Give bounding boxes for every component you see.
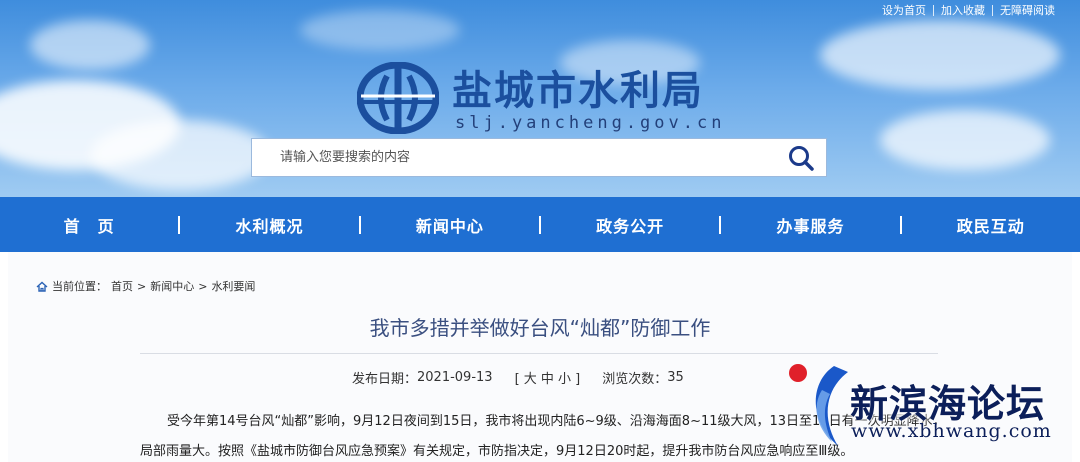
views-label: 浏览次数： [602,372,668,387]
watermark-logo-icon [789,364,848,446]
article-meta: 发布日期： 2021-09-13 [ 大 中 小 ] 浏览次数： 35 [352,368,684,387]
nav-item-public-affairs[interactable]: 政务公开 [541,213,719,237]
search-button[interactable] [776,139,826,176]
breadcrumb-water-news[interactable]: 水利要闻 [211,278,255,294]
main-nav: 首 页 水利概况 新闻中心 政务公开 办事服务 政民互动 [0,197,1080,252]
breadcrumb-prefix: 当前位置： [52,280,107,293]
font-size-control[interactable]: [ 大 中 小 ] [515,368,581,387]
nav-item-interaction[interactable]: 政民互动 [902,213,1080,237]
top-links: 设为首页 加入收藏 无障碍阅读 [875,0,1062,20]
cloud-decoration [90,120,270,190]
cloud-decoration [880,110,1050,170]
set-homepage-link[interactable]: 设为首页 [875,2,933,18]
cloud-decoration [820,20,1060,90]
search-bar [251,138,827,177]
nav-item-home[interactable]: 首 页 [0,213,178,237]
site-domain: slj.yancheng.gov.cn [455,113,726,133]
nav-item-services[interactable]: 办事服务 [721,213,899,237]
cloud-decoration [30,20,150,70]
search-icon [789,145,814,171]
nav-item-overview[interactable]: 水利概况 [180,213,358,237]
breadcrumb-separator: > [198,279,208,293]
divider [140,353,938,354]
search-input[interactable] [252,139,776,176]
publish-date-label: 发布日期： [352,372,418,387]
accessibility-link[interactable]: 无障碍阅读 [993,2,1062,18]
breadcrumb-news-center[interactable]: 新闻中心 [150,278,194,294]
publish-date: 2021-09-13 [417,370,493,385]
views-count: 35 [667,370,684,385]
article-paragraph: 局部雨量大。按照《盐城市防御台风应急预案》有关规定，市防指决定，9月12日20时… [140,444,854,459]
breadcrumb-home[interactable]: 首页 [111,278,133,294]
breadcrumb-separator: > [137,279,147,293]
water-bureau-logo-icon [357,62,439,134]
nav-item-news[interactable]: 新闻中心 [361,213,539,237]
cloud-decoration [300,10,460,50]
add-favorite-link[interactable]: 加入收藏 [934,2,992,18]
article-title: 我市多措并举做好台风“灿都”防御工作 [369,316,711,340]
home-icon [36,281,48,292]
breadcrumb: 当前位置： 首页 > 新闻中心 > 水利要闻 [36,278,255,294]
site-title: 盐城市水利局 [452,68,704,114]
watermark-url: www.xbhwang.com [851,420,1052,442]
header-banner: 设为首页 加入收藏 无障碍阅读 盐城市水利局 slj.yancheng.gov.… [0,0,1080,197]
